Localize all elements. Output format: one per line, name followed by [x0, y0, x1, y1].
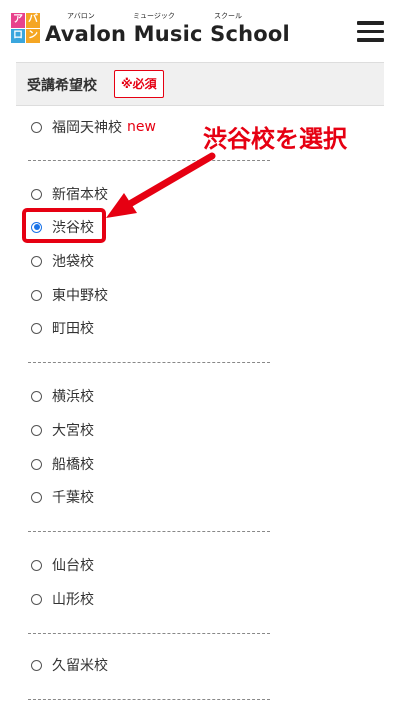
radio-icon[interactable] — [31, 188, 42, 200]
group-divider — [28, 633, 270, 634]
avalon-logo-icon[interactable]: ア バ ロ ン — [11, 13, 40, 43]
logo-char-ba: バ — [26, 13, 40, 28]
school-label: 福岡天神校 — [52, 120, 122, 136]
radio-icon[interactable] — [31, 121, 42, 133]
school-option-higashinakano[interactable]: 東中野校 — [31, 285, 108, 305]
school-label: 久留米校 — [52, 658, 108, 674]
selection-highlight — [22, 208, 106, 243]
logo-char-ro: ロ — [11, 28, 25, 43]
site-title[interactable]: Avalon Music School — [45, 22, 290, 46]
school-label: 千葉校 — [52, 490, 94, 506]
radio-icon[interactable] — [31, 255, 42, 267]
group-divider — [28, 362, 270, 363]
radio-icon[interactable] — [31, 559, 42, 571]
school-option-shinjuku[interactable]: 新宿本校 — [31, 184, 108, 204]
section-title: 受講希望校 — [27, 78, 97, 94]
radio-icon[interactable] — [31, 289, 42, 301]
school-label: 山形校 — [52, 592, 94, 608]
school-select-header: 受講希望校 ※必須 — [16, 62, 384, 106]
school-option-chiba[interactable]: 千葉校 — [31, 487, 94, 507]
ruby-music: ミュージック — [133, 12, 175, 20]
school-label: 船橋校 — [52, 457, 94, 473]
menu-icon[interactable] — [357, 21, 384, 42]
new-badge: new — [127, 119, 156, 135]
school-label: 大宮校 — [52, 423, 94, 439]
logo-char-a: ア — [11, 13, 25, 28]
school-option-yamagata[interactable]: 山形校 — [31, 589, 94, 609]
school-label: 新宿本校 — [52, 187, 108, 203]
group-divider — [28, 160, 270, 161]
site-header: ア バ ロ ン アバロン ミュージック スクール Avalon Music Sc… — [0, 0, 400, 58]
group-divider — [28, 531, 270, 532]
school-label: 仙台校 — [52, 558, 94, 574]
required-badge: ※必須 — [114, 70, 164, 98]
school-option-fukuoka-tenjin[interactable]: 福岡天神校 new — [31, 117, 156, 137]
radio-icon[interactable] — [31, 458, 42, 470]
radio-icon[interactable] — [31, 593, 42, 605]
logo-char-n: ン — [26, 28, 40, 43]
school-option-omiya[interactable]: 大宮校 — [31, 420, 94, 440]
school-option-funabashi[interactable]: 船橋校 — [31, 454, 94, 474]
ruby-avalon: アバロン — [67, 12, 95, 20]
school-option-machida[interactable]: 町田校 — [31, 318, 94, 338]
annotation-text: 渋谷校を選択 — [203, 125, 347, 153]
school-option-ikebukuro[interactable]: 池袋校 — [31, 251, 94, 271]
school-option-yokohama[interactable]: 横浜校 — [31, 386, 94, 406]
radio-icon[interactable] — [31, 424, 42, 436]
school-label: 池袋校 — [52, 254, 94, 270]
school-label: 横浜校 — [52, 389, 94, 405]
radio-icon[interactable] — [31, 491, 42, 503]
radio-icon[interactable] — [31, 390, 42, 402]
ruby-school: スクール — [214, 12, 242, 20]
school-option-sendai[interactable]: 仙台校 — [31, 555, 94, 575]
radio-icon[interactable] — [31, 659, 42, 671]
school-label: 町田校 — [52, 321, 94, 337]
school-label: 東中野校 — [52, 288, 108, 304]
radio-icon[interactable] — [31, 322, 42, 334]
group-divider — [28, 699, 270, 700]
school-option-kurume[interactable]: 久留米校 — [31, 655, 108, 675]
